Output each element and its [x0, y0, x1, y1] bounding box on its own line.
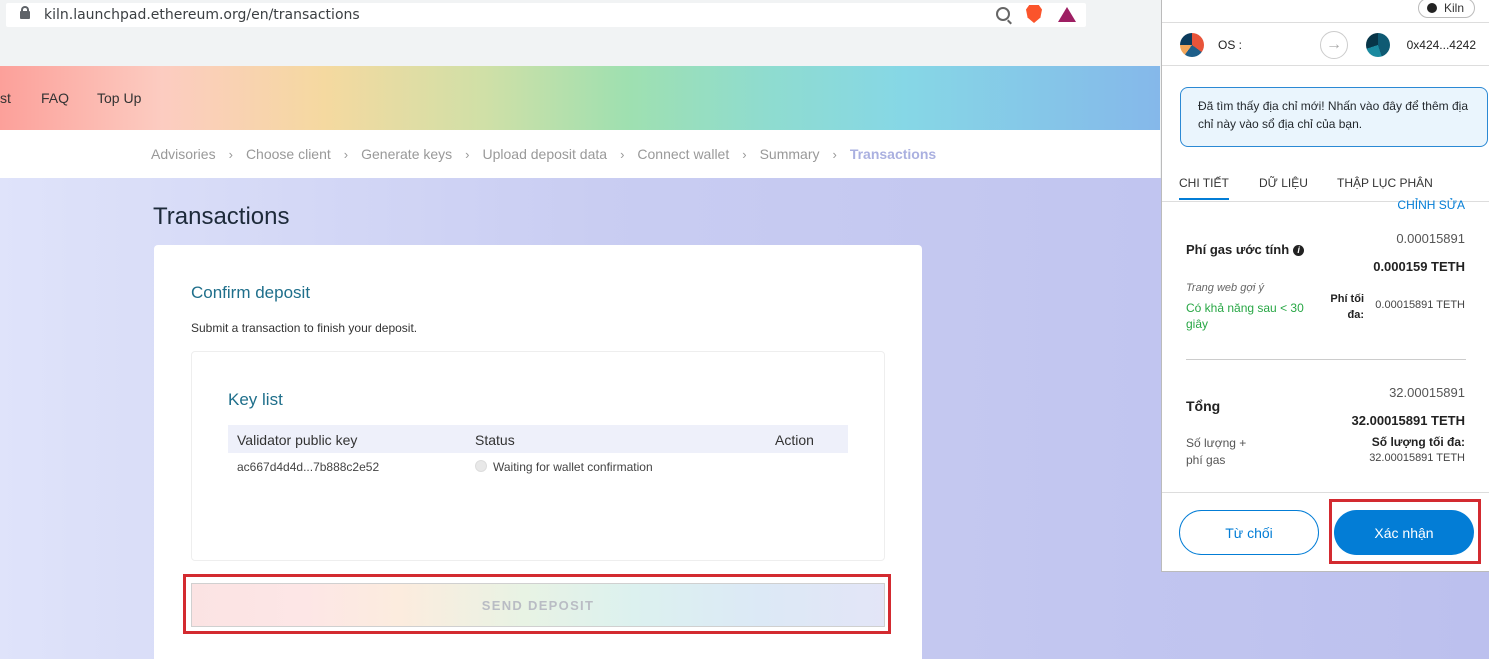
- total-small: 32.00015891: [1389, 385, 1465, 400]
- gas-fee-big: 0.000159 TETH: [1373, 259, 1465, 274]
- max-fee-value: 0.00015891 TETH: [1375, 299, 1465, 311]
- from-account-name[interactable]: OS :: [1218, 38, 1242, 52]
- nav-link-faq[interactable]: FAQ: [41, 90, 69, 106]
- chevron-right-icon: ›: [620, 146, 625, 162]
- send-deposit-button[interactable]: SEND DEPOSIT: [191, 583, 885, 627]
- confirm-deposit-title: Confirm deposit: [191, 283, 311, 302]
- breadcrumb-advisories[interactable]: Advisories: [151, 146, 216, 162]
- key-list-title: Key list: [228, 390, 283, 409]
- validator-pubkey: ac667d4d4d...7b888c2e52: [237, 460, 380, 474]
- metamask-popup: Kiln OS : → 0x424...4242 Đã tìm thấy địa…: [1161, 0, 1489, 572]
- url-text: kiln.launchpad.ethereum.org/en/transacti…: [44, 7, 360, 23]
- chevron-right-icon: ›: [832, 146, 837, 162]
- footer-divider: [1162, 492, 1489, 493]
- tab-details[interactable]: CHI TIẾT: [1179, 176, 1229, 200]
- browser-toolbar: kiln.launchpad.ethereum.org/en/transacti…: [0, 0, 1160, 66]
- info-icon[interactable]: i: [1293, 245, 1305, 256]
- zoom-icon[interactable]: [996, 7, 1010, 21]
- tab-hex[interactable]: THẬP LỤC PHÂN: [1337, 176, 1433, 190]
- likely-time: Có khả năng sau < 30 giây: [1186, 301, 1304, 331]
- breadcrumb-summary[interactable]: Summary: [760, 146, 820, 162]
- breadcrumb-choose-client[interactable]: Choose client: [246, 146, 331, 162]
- network-selector[interactable]: Kiln: [1417, 0, 1475, 18]
- max-fee-label: Phí tối đa:: [1330, 293, 1364, 321]
- bat-rewards-icon[interactable]: [1058, 6, 1076, 22]
- from-account-avatar: [1180, 33, 1204, 57]
- table-row: ac667d4d4d...7b888c2e52 Waiting for wall…: [228, 453, 848, 481]
- chevron-right-icon: ›: [465, 146, 470, 162]
- tab-data[interactable]: DỮ LIỆU: [1259, 176, 1308, 190]
- site-suggested-label: Trang web gợi ý: [1186, 282, 1264, 294]
- breadcrumb-bar: Advisories › Choose client › Generate ke…: [0, 130, 1160, 178]
- confirm-deposit-subtitle: Submit a transaction to finish your depo…: [191, 321, 418, 335]
- breadcrumb-upload-deposit[interactable]: Upload deposit data: [483, 146, 608, 162]
- column-header-action: Action: [775, 432, 814, 448]
- amount-gas-label: Số lượng + phí gas: [1186, 436, 1247, 467]
- breadcrumb: Advisories › Choose client › Generate ke…: [151, 146, 936, 162]
- column-header-pubkey: Validator public key: [237, 432, 358, 448]
- breadcrumb-connect-wallet[interactable]: Connect wallet: [637, 146, 729, 162]
- lock-icon: [20, 6, 30, 19]
- reject-button[interactable]: Từ chối: [1179, 510, 1319, 555]
- key-list-box: Key list Validator public key Status Act…: [191, 351, 885, 561]
- divider: [1186, 359, 1466, 360]
- chevron-right-icon: ›: [228, 146, 233, 162]
- status-cell: Waiting for wallet confirmation: [475, 460, 653, 474]
- to-account-avatar: [1366, 33, 1390, 57]
- gas-fee-label-text: Phí gas ước tính: [1186, 242, 1290, 257]
- address-bar-icons: [996, 5, 1076, 23]
- breadcrumb-generate-keys[interactable]: Generate keys: [361, 146, 452, 162]
- status-spinner-icon: [475, 460, 487, 472]
- total-big: 32.00015891 TETH: [1351, 413, 1465, 428]
- gas-fee-label: Phí gas ước tính i: [1186, 242, 1305, 257]
- new-address-notice[interactable]: Đã tìm thấy địa chỉ mới! Nhấn vào đây để…: [1180, 87, 1488, 147]
- chevron-right-icon: ›: [742, 146, 747, 162]
- to-account-address[interactable]: 0x424...4242: [1407, 38, 1476, 52]
- max-total-value: 32.00015891 TETH: [1369, 452, 1465, 464]
- status-text: Waiting for wallet confirmation: [493, 460, 653, 474]
- total-label: Tổng: [1186, 398, 1221, 414]
- confirm-button[interactable]: Xác nhận: [1334, 510, 1474, 555]
- column-header-status: Status: [475, 432, 515, 448]
- nav-link-topup[interactable]: Top Up: [97, 90, 141, 106]
- key-table-header: Validator public key Status Action: [228, 425, 848, 453]
- network-dot-icon: [1426, 3, 1437, 13]
- launchpad-header: st FAQ Top Up: [0, 66, 1160, 130]
- chevron-right-icon: ›: [343, 146, 349, 162]
- breadcrumb-transactions: Transactions: [849, 146, 937, 162]
- arrow-right-icon: →: [1320, 31, 1348, 59]
- edit-gas-link[interactable]: CHỈNH SỬA: [1397, 198, 1465, 212]
- network-name: Kiln: [1443, 1, 1464, 15]
- account-row: OS : → 0x424...4242: [1162, 22, 1489, 66]
- page-title: Transactions: [153, 203, 290, 230]
- max-total-label: Số lượng tối đa:: [1371, 435, 1465, 449]
- brave-shield-icon[interactable]: [1026, 5, 1042, 23]
- address-bar[interactable]: kiln.launchpad.ethereum.org/en/transacti…: [6, 3, 1086, 27]
- nav-link-partial[interactable]: st: [0, 90, 11, 106]
- gas-fee-small: 0.00015891: [1396, 231, 1465, 246]
